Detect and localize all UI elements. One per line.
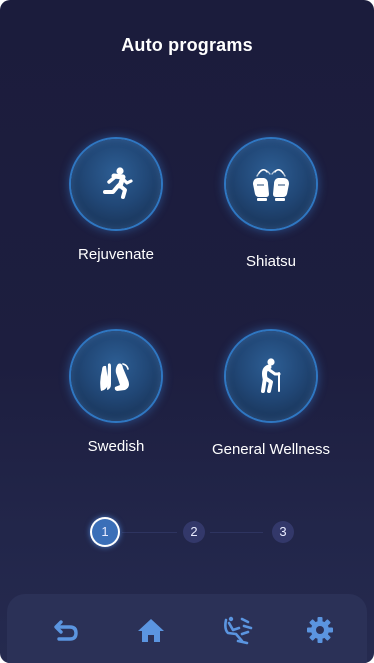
home-icon	[138, 619, 164, 642]
massage-chair-button[interactable]	[220, 614, 253, 646]
program-general-wellness[interactable]: General Wellness	[191, 331, 351, 458]
program-label-swedish: Swedish	[87, 438, 145, 455]
program-label-shiatsu: Shiatsu	[245, 253, 297, 270]
back-icon	[54, 620, 78, 641]
running-person-icon	[103, 167, 133, 199]
page-dot-2[interactable]: 2	[183, 521, 205, 543]
auto-programs-screen: Auto programs Rejuvenate Shiatsu Swedish…	[0, 0, 374, 663]
page-dot-1[interactable]: 1	[92, 519, 118, 545]
program-button-swedish[interactable]	[71, 331, 161, 421]
program-label-rejuvenate: Rejuvenate	[78, 246, 154, 263]
program-rejuvenate[interactable]: Rejuvenate	[36, 139, 196, 263]
program-shiatsu[interactable]: Shiatsu	[191, 139, 351, 270]
page-indicator: 1 2 3	[0, 519, 374, 547]
program-button-rejuvenate[interactable]	[71, 139, 161, 229]
elderly-person-with-cane-icon	[261, 358, 281, 393]
back-button[interactable]	[50, 614, 82, 646]
massage-chair-icon	[224, 616, 253, 645]
bottom-nav-bar	[7, 594, 367, 663]
settings-gear-icon	[307, 617, 333, 643]
pager-connector	[122, 532, 177, 533]
pager-connector	[210, 532, 263, 533]
program-label-general-wellness: General Wellness	[211, 441, 331, 458]
program-button-shiatsu[interactable]	[226, 139, 316, 229]
program-button-general-wellness[interactable]	[226, 331, 316, 421]
pressing-hands-icon	[253, 169, 289, 201]
settings-button[interactable]	[304, 614, 336, 646]
home-button[interactable]	[135, 614, 167, 646]
program-swedish[interactable]: Swedish	[36, 331, 196, 455]
massage-hands-icon	[100, 363, 129, 391]
page-dot-3[interactable]: 3	[272, 521, 294, 543]
page-title: Auto programs	[121, 35, 253, 55]
